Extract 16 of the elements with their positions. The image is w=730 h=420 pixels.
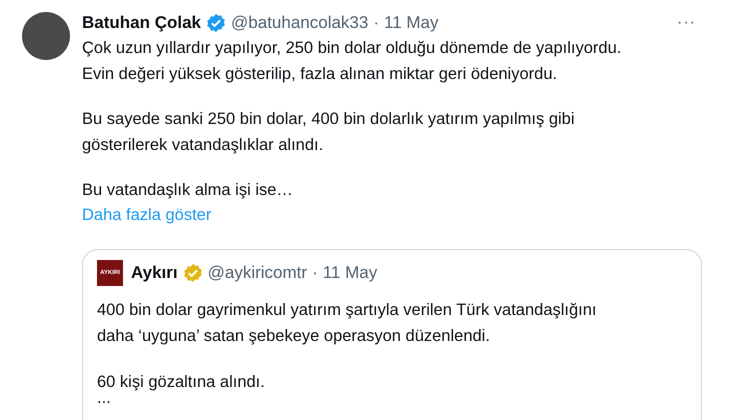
tweet-paragraph: Bu sayede sanki 250 bin dolar, 400 bin dolarlık yatırım yapılmış gibi gösterilerek vatandaşlıklar alındı.: [82, 109, 576, 156]
author-handle[interactable]: @aykiricomtr: [208, 263, 308, 283]
quote-paragraph: ...: [97, 391, 112, 405]
author-name[interactable]: Aykırı: [131, 263, 178, 283]
date-separator: ·: [373, 13, 380, 33]
tweet-paragraph: Bu vatandaşlık alma işi ise…: [82, 180, 294, 201]
quote-paragraph: 60 kişi gözaltına alındı.: [97, 372, 266, 393]
avatar-photo-placeholder[interactable]: [22, 12, 70, 60]
tweet-date[interactable]: 11 May: [322, 263, 378, 283]
author-name[interactable]: Batuhan Çolak: [82, 13, 202, 33]
date-separator: ·: [312, 263, 318, 283]
more-button[interactable]: ···: [671, 14, 702, 32]
tweet-date[interactable]: 11 May: [384, 13, 439, 33]
quote-paragraph: 400 bin dolar gayrimenkul yatırım şartıyla verilen Türk vatandaşlığını daha ‘uyguna’ satan şebekeye operasyon düzenlendi.: [97, 300, 598, 347]
tweet-paragraph: Çok uzun yıllardır yapılıyor, 250 bin dolar olduğu dönemde de yapılıyordu. Evin değeri yüksek gösterilip, fazla alınan miktar geri ödeniyordu.: [82, 38, 622, 85]
author-handle[interactable]: @batuhancolak33: [231, 13, 368, 33]
